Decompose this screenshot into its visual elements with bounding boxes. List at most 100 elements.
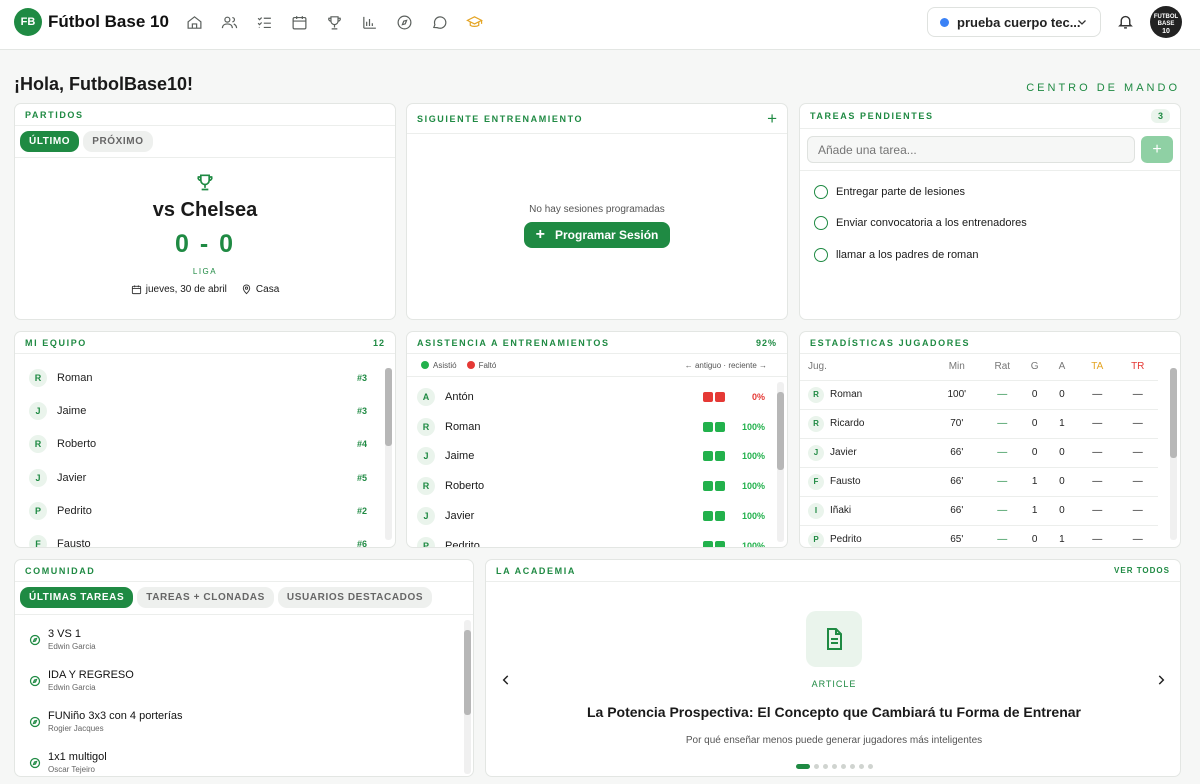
- user-avatar[interactable]: FUTBOL BASE 10: [1150, 6, 1182, 38]
- col-header[interactable]: TA: [1077, 354, 1118, 381]
- chevron-down-icon: [1078, 20, 1086, 25]
- checklist-icon[interactable]: [254, 12, 275, 33]
- schedule-session-button[interactable]: + Programar Sesión: [523, 222, 671, 248]
- team-player-row[interactable]: P Pedrito #2: [15, 494, 395, 527]
- bell-icon[interactable]: [1117, 13, 1134, 30]
- player-name: Fausto: [830, 476, 861, 487]
- stats-row[interactable]: J Javier 66' —0 0— —: [800, 438, 1158, 468]
- article-icon: [806, 611, 862, 667]
- team-player-row[interactable]: J Jaime #3: [15, 394, 395, 427]
- player-name: Roman: [57, 371, 93, 384]
- stat-cell: —: [1077, 380, 1118, 410]
- bar-chart-icon[interactable]: [359, 12, 380, 33]
- task-item[interactable]: Entregar parte de lesiones: [800, 176, 1180, 208]
- carousel-dot[interactable]: [867, 764, 873, 769]
- attendance-list: A Antón 0% R Roman 100% J Jaime 100% R Roberto 100%…: [407, 377, 787, 547]
- scrollbar[interactable]: [385, 368, 392, 540]
- carousel-dot[interactable]: [849, 764, 855, 769]
- task-checkbox[interactable]: [814, 216, 828, 231]
- graduation-cap-icon[interactable]: [464, 12, 485, 33]
- add-task-button[interactable]: +: [1141, 136, 1173, 163]
- team-player-row[interactable]: R Roberto #4: [15, 428, 395, 461]
- task-item[interactable]: Enviar convocatoria a los entrenadores: [800, 208, 1180, 240]
- chevron-left-icon[interactable]: [499, 673, 513, 687]
- next-training-title: SIGUIENTE ENTRENAMIENTO: [417, 113, 584, 124]
- attendance-row[interactable]: R Roman 100%: [407, 412, 787, 442]
- community-task-item[interactable]: 3 VS 1 Edwin Garcia: [15, 619, 473, 660]
- tab-featured-users[interactable]: USUARIOS DESTACADOS: [277, 587, 433, 608]
- app-name[interactable]: Fútbol Base 10: [48, 12, 169, 32]
- stats-row[interactable]: P Pedrito 65' —0 1— —: [800, 525, 1158, 547]
- col-header[interactable]: TR: [1117, 354, 1158, 381]
- task-item[interactable]: llamar a los padres de roman: [800, 239, 1180, 271]
- stats-row[interactable]: R Ricardo 70' —0 1— —: [800, 409, 1158, 439]
- col-header[interactable]: Jug.: [800, 354, 932, 381]
- new-task-input[interactable]: [807, 136, 1135, 163]
- col-header[interactable]: A: [1046, 354, 1078, 381]
- player-name: Iñaki: [830, 505, 852, 516]
- carousel-dot[interactable]: [795, 764, 810, 769]
- carousel-dot[interactable]: [831, 764, 837, 769]
- compass-icon[interactable]: [394, 12, 415, 33]
- scrollbar[interactable]: [777, 382, 784, 542]
- carousel-dot[interactable]: [813, 764, 819, 769]
- calendar-icon[interactable]: [289, 12, 310, 33]
- stat-cell: —: [982, 438, 1023, 468]
- player-initial: P: [417, 536, 435, 547]
- team-player-row[interactable]: J Javier #5: [15, 461, 395, 494]
- stat-cell: 70': [931, 409, 983, 439]
- add-training-icon[interactable]: +: [767, 109, 777, 129]
- scrollbar[interactable]: [1170, 368, 1177, 540]
- tasks-count-badge: 3: [1150, 109, 1170, 123]
- attendance-row[interactable]: P Pedrito 100%: [407, 531, 787, 547]
- community-task-item[interactable]: FUNiño 3x3 con 4 porterías Rogier Jacques: [15, 701, 473, 742]
- attendance-row[interactable]: J Javier 100%: [407, 501, 787, 531]
- community-task-item[interactable]: IDA Y REGRESO Edwin Garcia: [15, 660, 473, 701]
- attendance-pct: 100%: [741, 421, 765, 432]
- article-headline[interactable]: La Potencia Prospectiva: El Concepto que…: [486, 704, 1180, 720]
- chevron-right-icon[interactable]: [1154, 673, 1168, 687]
- attendance-row[interactable]: J Jaime 100%: [407, 442, 787, 472]
- attendance-row[interactable]: A Antón 0%: [407, 382, 787, 412]
- missed-dot: [466, 361, 475, 369]
- col-header[interactable]: Rat: [982, 354, 1023, 381]
- stats-row[interactable]: I Iñaki 66' —1 0— —: [800, 496, 1158, 526]
- trophy-icon[interactable]: [324, 12, 345, 33]
- attendance-mark: [715, 421, 725, 432]
- stat-cell: 0: [1022, 525, 1047, 547]
- legend-attended: Asistió: [433, 360, 457, 370]
- home-icon[interactable]: [184, 12, 205, 33]
- col-header[interactable]: Min: [931, 354, 983, 381]
- stat-cell: —: [982, 380, 1023, 410]
- stats-row[interactable]: F Fausto 66' —1 0— —: [800, 467, 1158, 497]
- stat-cell: 0: [1022, 438, 1047, 468]
- carousel-dot[interactable]: [822, 764, 828, 769]
- col-header[interactable]: G: [1022, 354, 1047, 381]
- tab-tasks-cloned[interactable]: TAREAS + CLONADAS: [137, 587, 274, 608]
- community-task-item[interactable]: 1x1 multigol Oscar Tejeiro: [15, 742, 473, 776]
- tab-last[interactable]: ÚLTIMO: [20, 131, 80, 152]
- stat-cell: 66': [931, 467, 983, 497]
- carousel-dot[interactable]: [858, 764, 864, 769]
- team-selector[interactable]: prueba cuerpo tec...: [927, 7, 1101, 37]
- app-logo[interactable]: FB: [14, 8, 42, 36]
- player-name: Jaime: [445, 450, 475, 463]
- users-icon[interactable]: [219, 12, 240, 33]
- view-all-link[interactable]: VER TODOS: [1114, 566, 1170, 575]
- team-player-row[interactable]: F Fausto #6: [15, 527, 395, 548]
- carousel-dot[interactable]: [840, 764, 846, 769]
- player-name: Fausto: [57, 538, 91, 548]
- tab-latest-tasks[interactable]: ÚLTIMAS TAREAS: [20, 587, 134, 608]
- team-player-row[interactable]: R Roman #3: [15, 361, 395, 394]
- task-checkbox[interactable]: [814, 184, 828, 199]
- stats-row[interactable]: R Roman 100' —0 0— —: [800, 380, 1158, 410]
- player-stats-table: Jug. Min Rat G A TA TR R Roman 100' —0 0— — R R…: [800, 354, 1158, 547]
- tab-next[interactable]: PRÓXIMO: [83, 131, 153, 152]
- task-checkbox[interactable]: [814, 247, 828, 262]
- attendance-row[interactable]: R Roberto 100%: [407, 471, 787, 501]
- scrollbar[interactable]: [464, 620, 471, 774]
- attended-dot: [421, 361, 429, 369]
- message-icon[interactable]: [429, 12, 450, 33]
- my-team-card: MI EQUIPO 12 R Roman #3 J Jaime #3 R Roberto #4 J J…: [14, 331, 396, 548]
- pending-tasks-card: TAREAS PENDIENTES 3 + Entregar parte de l…: [799, 103, 1181, 320]
